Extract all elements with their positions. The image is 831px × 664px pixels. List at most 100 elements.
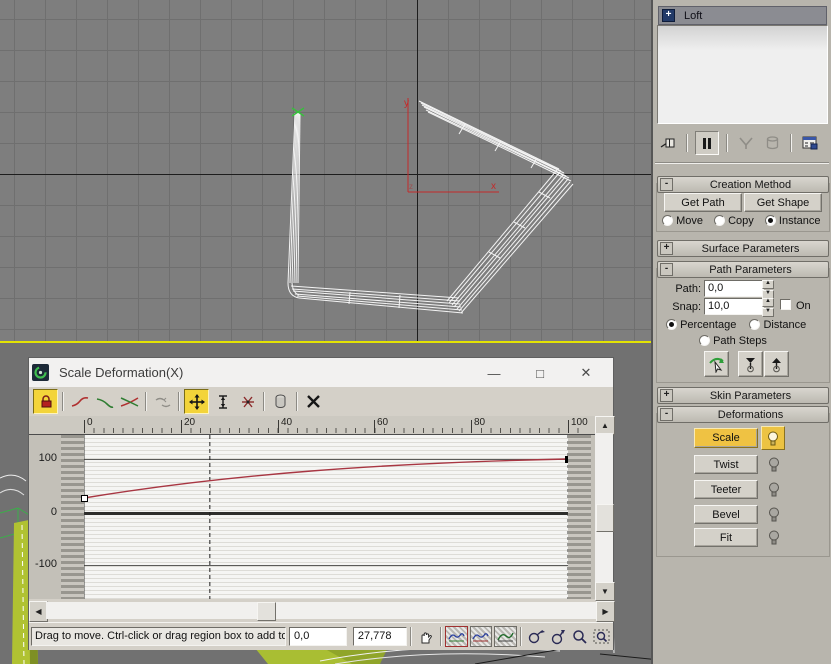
- scale-deformation-button[interactable]: Scale: [694, 428, 758, 448]
- next-shape-icon: [770, 356, 783, 373]
- fit-bulb-button[interactable]: [763, 526, 785, 548]
- scroll-down-button[interactable]: ▼: [595, 582, 615, 601]
- path-label: Path:: [671, 283, 701, 295]
- show-end-result-button[interactable]: [695, 131, 719, 155]
- rollout-path-parameters[interactable]: - Path Parameters: [657, 261, 829, 278]
- viewport-top[interactable]: y x z: [0, 0, 651, 341]
- dialog-title-bar[interactable]: Scale Deformation(X) — □ ✕: [29, 358, 613, 387]
- modifier-stack-selected-row[interactable]: + Loft: [658, 6, 827, 25]
- get-path-button[interactable]: Get Path: [664, 193, 742, 212]
- rollout-surface-parameters[interactable]: + Surface Parameters: [657, 240, 829, 257]
- bulb-icon: [768, 507, 780, 522]
- close-button[interactable]: ✕: [571, 362, 601, 384]
- zoom-button[interactable]: [569, 626, 591, 648]
- pin-stack-button[interactable]: [657, 132, 679, 154]
- reset-curve-button[interactable]: [302, 390, 325, 413]
- make-symmetrical-icon: [39, 395, 53, 409]
- zoom-horizontal-extents-icon: [472, 631, 489, 642]
- swap-deform-curves-icon: [154, 395, 172, 409]
- swap-deform-curves-button[interactable]: [151, 390, 174, 413]
- snap-on-checkbox[interactable]: [780, 299, 791, 310]
- path-spinner[interactable]: ▲▼: [762, 280, 774, 299]
- twist-deformation-button[interactable]: Twist: [694, 455, 758, 474]
- previous-shape-button[interactable]: [738, 351, 763, 377]
- modifier-stack-list[interactable]: [657, 25, 828, 124]
- scale-control-point-button[interactable]: [211, 390, 234, 413]
- vertical-scrollbar[interactable]: ▲ ▼: [595, 416, 613, 599]
- make-symmetrical-button[interactable]: [33, 389, 58, 414]
- pick-shape-icon: [708, 356, 725, 373]
- zoom-extents-button[interactable]: [445, 626, 468, 647]
- vscroll-thumb[interactable]: [596, 504, 614, 532]
- y-label-0: 0: [29, 506, 57, 518]
- modifier-stack-toolbar: [657, 128, 827, 158]
- reset-curve-icon: [306, 394, 321, 409]
- path-value-field[interactable]: 0,0: [704, 280, 764, 297]
- fit-deformation-button[interactable]: Fit: [694, 528, 758, 547]
- radio-instance[interactable]: [765, 215, 776, 226]
- teeter-bulb-button[interactable]: [763, 478, 785, 500]
- zoom-value-extents-button[interactable]: [494, 626, 517, 647]
- snap-value-field[interactable]: 10,0: [704, 298, 764, 315]
- bulb-icon: [767, 431, 779, 446]
- bulb-icon: [768, 457, 780, 472]
- snap-spinner[interactable]: ▲▼: [762, 298, 774, 317]
- radio-copy[interactable]: [714, 215, 725, 226]
- pin-stack-icon: [660, 136, 676, 151]
- control-point-start[interactable]: [81, 495, 88, 502]
- remove-modifier-button[interactable]: [761, 132, 783, 154]
- twist-bulb-button[interactable]: [763, 453, 785, 475]
- teeter-deformation-button[interactable]: Teeter: [694, 480, 758, 499]
- axis-label-x: x: [491, 181, 496, 192]
- maximize-button[interactable]: □: [525, 362, 555, 384]
- point-y-field[interactable]: 27,778: [353, 627, 407, 646]
- out-of-range-right: [568, 435, 591, 599]
- deformation-graph[interactable]: 100 0 -100: [29, 435, 595, 599]
- minimize-button[interactable]: —: [479, 362, 509, 384]
- radio-percentage[interactable]: [666, 319, 677, 330]
- bevel-deformation-button[interactable]: Bevel: [694, 505, 758, 524]
- get-shape-button[interactable]: Get Shape: [744, 193, 822, 212]
- next-shape-button[interactable]: [764, 351, 789, 377]
- ruler-tick-20: 20: [184, 417, 195, 428]
- radio-move[interactable]: [662, 215, 673, 226]
- radio-distance[interactable]: [749, 319, 760, 330]
- modifier-stack-item-loft[interactable]: Loft: [684, 10, 702, 22]
- rollout-deformations[interactable]: - Deformations: [657, 406, 829, 423]
- point-x-field[interactable]: 0,0: [289, 627, 347, 646]
- scroll-right-button[interactable]: ▶: [596, 601, 615, 622]
- horizontal-scrollbar[interactable]: ◀ ▶: [29, 601, 613, 620]
- expand-icon[interactable]: +: [662, 9, 675, 22]
- insert-corner-point-button[interactable]: [236, 390, 259, 413]
- display-xy-axes-button[interactable]: [118, 390, 141, 413]
- radio-path-steps[interactable]: [699, 335, 710, 346]
- scale-bulb-button[interactable]: [761, 426, 785, 450]
- curve-plot-area[interactable]: [84, 435, 568, 599]
- show-end-result-icon: [702, 137, 712, 150]
- bevel-bulb-button[interactable]: [763, 503, 785, 525]
- zoom-horizontal-button[interactable]: [525, 626, 547, 648]
- zoom-region-button[interactable]: [591, 626, 613, 648]
- insert-corner-point-icon: [240, 394, 256, 410]
- display-xy-axes-icon: [120, 395, 140, 409]
- rollout-creation-method[interactable]: - Creation Method: [657, 176, 829, 193]
- scale-deformation-dialog: Scale Deformation(X) — □ ✕: [28, 357, 614, 650]
- rollout-skin-parameters[interactable]: + Skin Parameters: [657, 387, 829, 404]
- path-axis-tripod: [408, 98, 499, 192]
- move-control-point-button[interactable]: [184, 389, 209, 414]
- ruler-tick-80: 80: [474, 417, 485, 428]
- display-y-axis-button[interactable]: [93, 390, 116, 413]
- deformation-toolbar: [29, 387, 613, 417]
- display-x-axis-button[interactable]: [68, 390, 91, 413]
- pan-button[interactable]: [415, 626, 437, 648]
- hscroll-thumb[interactable]: [257, 602, 276, 621]
- pick-shape-button[interactable]: [704, 351, 729, 377]
- y-label-neg100: -100: [29, 558, 57, 570]
- configure-modifier-sets-button[interactable]: [799, 132, 821, 154]
- make-unique-button[interactable]: [735, 132, 757, 154]
- zoom-horizontal-extents-button[interactable]: [470, 626, 493, 647]
- delete-control-point-button[interactable]: [269, 390, 292, 413]
- delete-control-point-icon: [274, 394, 287, 409]
- zoom-vertical-button[interactable]: [547, 626, 569, 648]
- ruler-tick-60: 60: [377, 417, 388, 428]
